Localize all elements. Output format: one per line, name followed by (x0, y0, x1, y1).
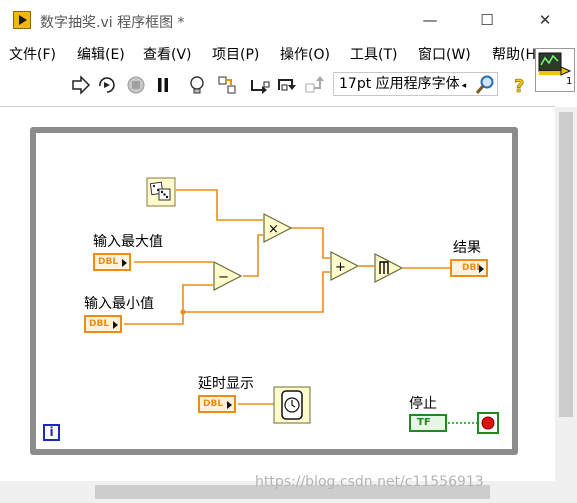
max-input-terminal[interactable]: DBL (93, 253, 131, 271)
delay-display-terminal[interactable]: DBL (198, 395, 236, 413)
delay-display-label: 延时显示 (198, 376, 254, 392)
watermark-text: https://blog.csdn.net/c11556913 (255, 474, 484, 490)
max-input-label: 输入最大值 (93, 234, 163, 250)
random-number-dice-icon[interactable] (146, 177, 176, 207)
stop-if-true-condition-terminal[interactable] (477, 412, 499, 434)
wait-ms-function[interactable] (273, 386, 311, 424)
scrollbar-corner (555, 481, 577, 503)
stop-button-terminal[interactable]: TF (409, 414, 447, 432)
result-label: 结果 (453, 240, 481, 256)
multiply-symbol: × (268, 222, 279, 237)
stop-label: 停止 (409, 396, 437, 412)
result-indicator[interactable]: DBL (450, 259, 488, 277)
vertical-scroll-thumb[interactable] (559, 112, 573, 417)
min-input-label: 输入最小值 (84, 296, 154, 312)
min-input-terminal[interactable]: DBL (84, 315, 122, 333)
round-to-integer-function[interactable] (374, 253, 404, 283)
add-symbol: + (335, 260, 346, 275)
multiply-function[interactable]: × (263, 213, 293, 243)
subtract-symbol: − (218, 270, 229, 285)
add-function[interactable]: + (330, 251, 360, 281)
subtract-function[interactable]: − (213, 261, 243, 291)
loop-iteration-terminal[interactable]: i (43, 424, 60, 441)
